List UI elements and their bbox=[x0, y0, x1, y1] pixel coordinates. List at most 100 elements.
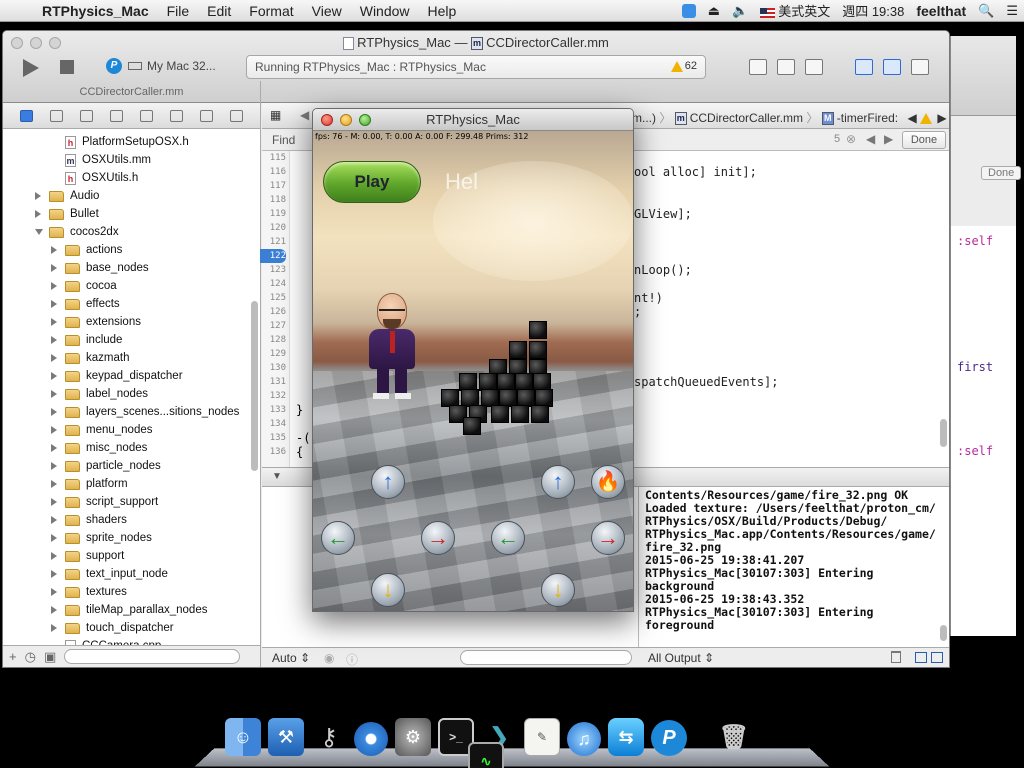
up-arrow-button-right[interactable]: ↑ bbox=[541, 465, 575, 499]
line-number[interactable]: 118 bbox=[262, 193, 286, 207]
navigator-item[interactable]: menu_nodes bbox=[3, 421, 250, 439]
fire-button-icon[interactable]: 🔥 bbox=[591, 465, 625, 499]
find-done-button[interactable]: Done bbox=[902, 131, 946, 149]
down-arrow-button-right[interactable]: ↓ bbox=[541, 573, 575, 607]
menu-user[interactable]: feelthat bbox=[910, 3, 972, 19]
issue-navigator-icon[interactable] bbox=[109, 109, 123, 122]
left-arrow-button-right[interactable]: ← bbox=[491, 521, 525, 555]
menu-edit[interactable]: Edit bbox=[198, 3, 240, 19]
breakpoint-navigator-icon[interactable] bbox=[200, 109, 214, 122]
spotlight-icon[interactable]: 🔍 bbox=[972, 3, 1000, 19]
menu-view[interactable]: View bbox=[303, 3, 351, 19]
hide-debug-area-icon[interactable]: ▼ bbox=[272, 471, 282, 482]
up-arrow-button-left[interactable]: ↑ bbox=[371, 465, 405, 499]
debug-navigator-icon[interactable] bbox=[170, 109, 184, 122]
navigator-toggle-button[interactable] bbox=[855, 59, 873, 75]
disclosure-closed-icon[interactable] bbox=[51, 516, 61, 524]
disclosure-closed-icon[interactable] bbox=[51, 444, 61, 452]
disclosure-closed-icon[interactable] bbox=[51, 462, 61, 470]
line-number[interactable]: 124 bbox=[262, 277, 286, 291]
line-number[interactable]: 131 bbox=[262, 375, 286, 389]
code-text[interactable]: } -({ bbox=[296, 151, 310, 459]
navigator-item[interactable]: tileMap_parallax_nodes bbox=[3, 601, 250, 619]
proton-player-icon[interactable]: P bbox=[651, 720, 687, 756]
navigator-item[interactable]: effects bbox=[3, 295, 250, 313]
disclosure-closed-icon[interactable] bbox=[51, 570, 61, 578]
find-previous-icon[interactable]: ◀ bbox=[866, 132, 875, 146]
version-editor-button[interactable] bbox=[805, 59, 823, 75]
breakpoint-line-number[interactable]: 122 bbox=[260, 249, 286, 263]
input-method[interactable]: 美式英文 bbox=[754, 1, 836, 20]
disclosure-closed-icon[interactable] bbox=[51, 336, 61, 344]
line-number[interactable]: 133 bbox=[262, 403, 286, 417]
menu-app-name[interactable]: RTPhysics_Mac bbox=[40, 3, 158, 19]
project-navigator-icon[interactable] bbox=[19, 109, 33, 122]
navigator-item[interactable]: cocoa bbox=[3, 277, 250, 295]
disclosure-closed-icon[interactable] bbox=[51, 390, 61, 398]
line-number[interactable]: 134 bbox=[262, 417, 286, 431]
clear-search-icon[interactable]: ⊗ bbox=[846, 132, 856, 146]
navigator-item[interactable]: extensions bbox=[3, 313, 250, 331]
navigator-item[interactable]: support bbox=[3, 547, 250, 565]
line-number[interactable]: 129 bbox=[262, 347, 286, 361]
disclosure-closed-icon[interactable] bbox=[51, 372, 61, 380]
warning-indicator[interactable]: 62 bbox=[670, 60, 697, 72]
disclosure-closed-icon[interactable] bbox=[51, 264, 61, 272]
line-number[interactable]: 132 bbox=[262, 389, 286, 403]
navigator-item[interactable]: Bullet bbox=[3, 205, 250, 223]
activity-monitor-icon[interactable]: ∿ bbox=[468, 742, 504, 768]
game-minimize-button[interactable] bbox=[340, 114, 352, 126]
right-arrow-button-left[interactable]: → bbox=[421, 521, 455, 555]
game-zoom-button[interactable] bbox=[359, 114, 371, 126]
menu-clock[interactable]: 週四 19:38 bbox=[836, 1, 910, 20]
menu-window[interactable]: Window bbox=[351, 3, 419, 19]
console-output-popup[interactable]: All Output ⇕ bbox=[648, 651, 714, 665]
disclosure-closed-icon[interactable] bbox=[51, 624, 61, 632]
related-items-icon[interactable]: ▦ bbox=[270, 108, 281, 122]
line-number[interactable]: 120 bbox=[262, 221, 286, 235]
disclosure-closed-icon[interactable] bbox=[51, 318, 61, 326]
menu-help[interactable]: Help bbox=[419, 3, 466, 19]
system-preferences-icon[interactable]: ⚙ bbox=[395, 718, 431, 756]
recent-files-icon[interactable]: ◷ bbox=[25, 649, 36, 665]
volume-icon[interactable]: 🔈 bbox=[726, 3, 754, 19]
itunes-icon[interactable]: ♫ bbox=[567, 722, 601, 756]
navigator-item[interactable]: cocos2dx bbox=[3, 223, 250, 241]
disclosure-closed-icon[interactable] bbox=[51, 534, 61, 542]
disclosure-closed-icon[interactable] bbox=[51, 408, 61, 416]
find-navigator-icon[interactable] bbox=[79, 109, 93, 122]
line-number[interactable]: 115 bbox=[262, 151, 286, 165]
background-done-button[interactable]: Done bbox=[981, 166, 1022, 180]
navigator-item[interactable]: include bbox=[3, 331, 250, 349]
line-number[interactable]: 135 bbox=[262, 431, 286, 445]
back-arrow-icon[interactable]: ◀ bbox=[300, 108, 309, 122]
run-button[interactable] bbox=[23, 59, 39, 77]
line-number[interactable]: 130 bbox=[262, 361, 286, 375]
next-issue-icon[interactable]: ▶ bbox=[937, 111, 946, 125]
line-number[interactable]: 119 bbox=[262, 207, 286, 221]
navigator-filter-field[interactable] bbox=[64, 649, 241, 664]
navigator-item[interactable]: script_support bbox=[3, 493, 250, 511]
keychain-access-icon[interactable]: ⚷ bbox=[311, 718, 347, 756]
disclosure-closed-icon[interactable] bbox=[35, 210, 45, 218]
navigator-item[interactable]: Audio bbox=[3, 187, 250, 205]
navigator-item[interactable]: sprite_nodes bbox=[3, 529, 250, 547]
find-next-icon[interactable]: ▶ bbox=[884, 132, 893, 146]
previous-issue-icon[interactable]: ◀ bbox=[907, 111, 916, 125]
scheme-selector[interactable]: P My Mac 32... bbox=[106, 58, 216, 74]
test-navigator-icon[interactable] bbox=[140, 109, 154, 122]
navigator-item[interactable]: m OSXUtils.mm bbox=[3, 151, 250, 169]
disclosure-closed-icon[interactable] bbox=[51, 354, 61, 362]
teamviewer-icon[interactable]: ⇆ bbox=[608, 718, 644, 756]
line-number[interactable]: 126 bbox=[262, 305, 286, 319]
editor-scrollbar[interactable] bbox=[940, 419, 947, 447]
safari-icon[interactable] bbox=[354, 722, 388, 756]
down-arrow-button-left[interactable]: ↓ bbox=[371, 573, 405, 607]
disclosure-closed-icon[interactable] bbox=[51, 606, 61, 614]
finder-icon[interactable]: ☺ bbox=[225, 718, 261, 756]
find-label[interactable]: Find bbox=[272, 133, 295, 147]
navigator-item[interactable]: keypad_dispatcher bbox=[3, 367, 250, 385]
line-number[interactable]: 116 bbox=[262, 165, 286, 179]
stop-button[interactable] bbox=[60, 60, 74, 74]
log-navigator-icon[interactable] bbox=[230, 109, 244, 122]
